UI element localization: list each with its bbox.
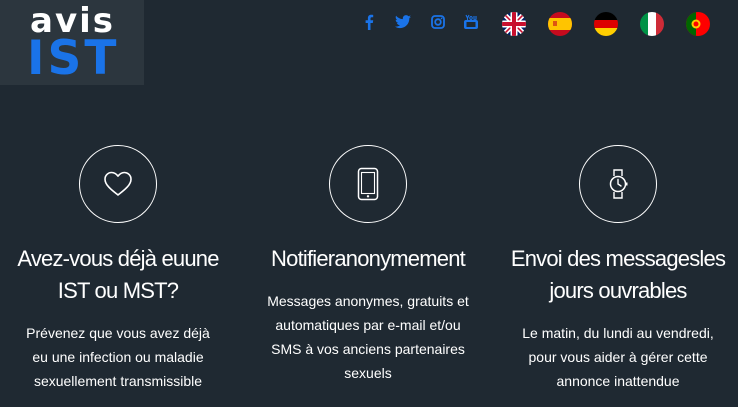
portuguese-flag-icon[interactable] bbox=[686, 12, 710, 36]
feature-title: Envoi des messagesles jours ouvrables bbox=[510, 246, 726, 303]
smartphone-icon bbox=[357, 167, 379, 201]
facebook-icon[interactable] bbox=[362, 12, 376, 32]
feature-icon-circle bbox=[329, 145, 407, 223]
italian-flag-icon[interactable] bbox=[640, 12, 664, 36]
youtube-icon[interactable] bbox=[462, 12, 480, 32]
instagram-icon[interactable] bbox=[430, 12, 446, 32]
heart-icon bbox=[104, 171, 132, 196]
feature-anonymous-notify: Notifieranonymement Messages anonymes, g… bbox=[245, 145, 491, 385]
english-flag-icon[interactable] bbox=[502, 12, 526, 36]
feature-business-days: Envoi des messagesles jours ouvrables Le… bbox=[495, 145, 738, 393]
feature-description: Messages anonymes, gratuits et automatiq… bbox=[267, 293, 469, 381]
feature-icon-circle bbox=[579, 145, 657, 223]
german-flag-icon[interactable] bbox=[594, 12, 618, 36]
twitter-icon[interactable] bbox=[394, 12, 412, 32]
feature-title: Notifieranonymement bbox=[271, 246, 466, 271]
site-logo[interactable]: avis IST bbox=[0, 0, 144, 85]
feature-description: Prévenez que vous avez déjà eu une infec… bbox=[26, 325, 210, 389]
spanish-flag-icon[interactable] bbox=[548, 12, 572, 36]
watch-icon bbox=[609, 169, 628, 199]
logo-line-2: IST bbox=[27, 31, 120, 86]
feature-title: Avez-vous déjà euune IST ou MST? bbox=[17, 246, 219, 303]
feature-previous-sti: Avez-vous déjà euune IST ou MST? Prévene… bbox=[0, 145, 241, 393]
feature-description: Le matin, du lundi au vendredi, pour vou… bbox=[522, 325, 714, 389]
feature-icon-circle bbox=[79, 145, 157, 223]
